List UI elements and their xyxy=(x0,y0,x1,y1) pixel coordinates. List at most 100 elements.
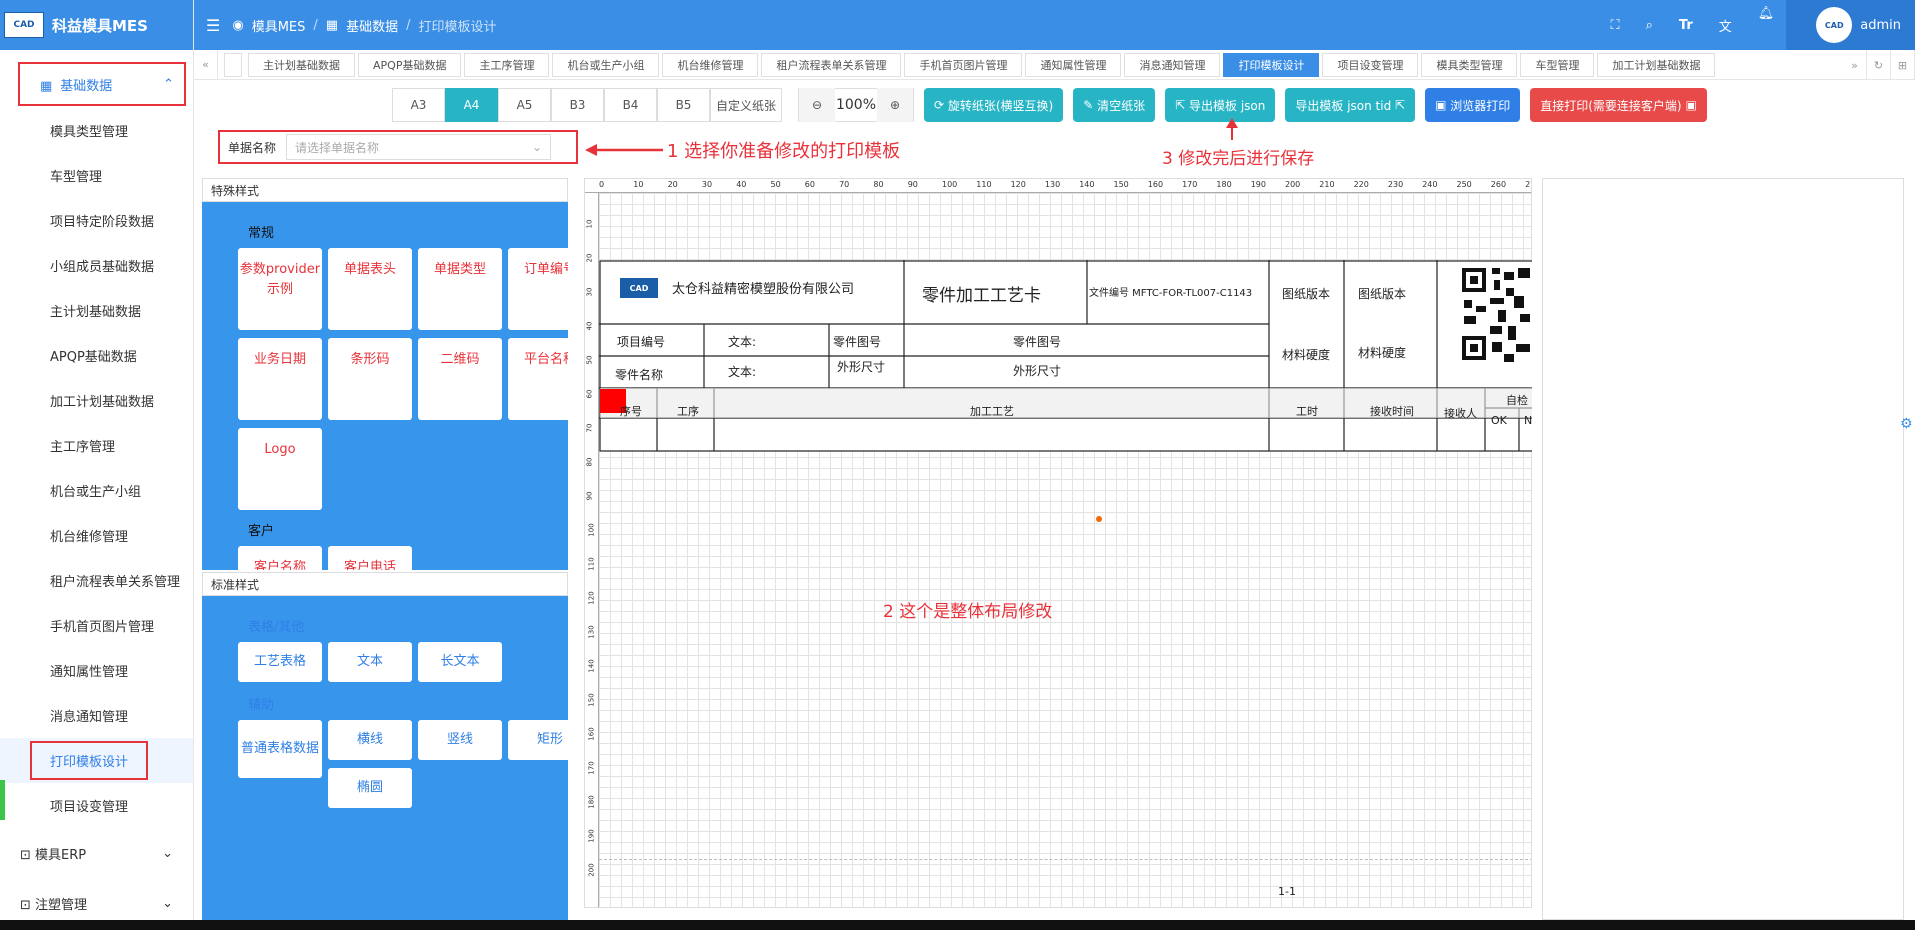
element-special-card[interactable]: 参数provider示例 xyxy=(238,248,322,330)
sidebar-item[interactable]: 消息通知管理 xyxy=(0,693,193,738)
brand[interactable]: CAD 科益模具MES xyxy=(0,0,193,50)
tab-item[interactable]: 通知属性管理 xyxy=(1025,52,1122,77)
element-special-card[interactable]: 二维码 xyxy=(418,338,502,420)
tab-item[interactable]: 机台维修管理 xyxy=(662,52,759,77)
sidebar-item[interactable]: 主计划基础数据 xyxy=(0,288,193,333)
font-size-icon[interactable]: Tr xyxy=(1679,18,1693,33)
element-special-card[interactable]: 单据表头 xyxy=(328,248,412,330)
sidebar-item[interactable]: 机台或生产小组 xyxy=(0,468,193,513)
ruler-tick-label: 0 xyxy=(599,180,605,189)
settings-gear-icon[interactable]: ⚙ xyxy=(1900,416,1915,434)
direct-print-button[interactable]: 直接打印(需要连接客户端) ▣ xyxy=(1530,88,1707,122)
sidebar-item[interactable]: 车型管理 xyxy=(0,153,193,198)
sidebar-item[interactable]: 打印模板设计 xyxy=(0,738,193,783)
element-long-text[interactable]: 长文本 xyxy=(418,642,502,682)
tabs-menu-icon[interactable]: ⊞ xyxy=(1891,50,1915,80)
paper-size-button[interactable]: A5 xyxy=(498,88,551,122)
sidebar-item[interactable]: 项目设变管理 xyxy=(0,783,193,828)
sidebar-item[interactable]: 加工计划基础数据 xyxy=(0,378,193,423)
ruler-tick-label: 150 xyxy=(587,693,596,707)
fullscreen-icon[interactable]: ⛶ xyxy=(1610,18,1619,33)
user-menu[interactable]: CAD admin xyxy=(1786,0,1915,50)
tab-item[interactable]: 机台或生产小组 xyxy=(552,52,660,77)
element-special-card[interactable]: 平台名称 xyxy=(508,338,568,420)
element-process-table[interactable]: 工艺表格 xyxy=(238,642,322,682)
element-rect[interactable]: 矩形 xyxy=(508,720,568,760)
paper-part-name-label: 零件名称 xyxy=(615,368,664,382)
paper-size-button[interactable]: A3 xyxy=(392,88,445,122)
zoom-in-icon[interactable]: ⊕ xyxy=(877,88,913,122)
rotate-paper-button[interactable]: ⟳ 旋转纸张(横竖互换) xyxy=(924,88,1064,122)
sidebar-item[interactable]: 模具类型管理 xyxy=(0,108,193,153)
sidebar-item[interactable]: 手机首页图片管理 xyxy=(0,603,193,648)
element-hline[interactable]: 横线 xyxy=(328,720,412,760)
tab-item[interactable]: 主计划基础数据 xyxy=(248,52,355,77)
element-table-data[interactable]: 普通表格数据 xyxy=(238,720,322,778)
tab-item[interactable]: 打印模板设计 xyxy=(1223,52,1320,77)
export-json-tid-button[interactable]: 导出模板 json tid ⇱ xyxy=(1285,88,1416,122)
breadcrumb-separator: / xyxy=(406,17,411,33)
tabs-scroll-left-icon[interactable]: « xyxy=(194,49,218,80)
element-special-card[interactable]: 订单编号 xyxy=(508,248,568,330)
element-vline[interactable]: 竖线 xyxy=(418,720,502,760)
element-special-card[interactable]: 条形码 xyxy=(328,338,412,420)
element-text[interactable]: 文本 xyxy=(328,642,412,682)
element-special-card[interactable]: 单据类型 xyxy=(418,248,502,330)
paper-size-button[interactable]: B3 xyxy=(551,88,604,122)
paper-size-button[interactable]: B5 xyxy=(657,88,710,122)
tab-item[interactable]: APQP基础数据 xyxy=(358,52,462,77)
annotation-step3: 3 修改完后进行保存 xyxy=(1162,149,1315,169)
tab-placeholder[interactable] xyxy=(224,52,242,77)
element-special-card[interactable]: 业务日期 xyxy=(238,338,322,420)
sidebar-item[interactable]: 通知属性管理 xyxy=(0,648,193,693)
sidebar-item[interactable]: 租户流程表单关系管理 xyxy=(0,558,193,603)
sidebar-item[interactable]: 机台维修管理 xyxy=(0,513,193,558)
export-json-button[interactable]: ⇱ 导出模板 json xyxy=(1165,88,1276,122)
paper-material-label: 材料硬度 xyxy=(1282,348,1331,362)
refresh-icon[interactable]: ↻ xyxy=(1867,50,1891,80)
ruler-tick-label: 200 xyxy=(587,863,596,877)
element-customer-phone[interactable]: 客户电话 xyxy=(328,546,412,570)
tab-item[interactable]: 手机首页图片管理 xyxy=(904,52,1023,77)
element-customer-name[interactable]: 客户名称 xyxy=(238,546,322,570)
tab-item[interactable]: 模具类型管理 xyxy=(1421,52,1518,77)
tab-item[interactable]: 车型管理 xyxy=(1520,52,1595,77)
ruler-tick-label: 160 xyxy=(587,727,596,741)
sidebar-item-mold-erp[interactable]: ⊡ 模具ERP ⌄ xyxy=(0,828,193,878)
breadcrumb-item[interactable]: 基础数据 xyxy=(346,16,398,35)
tab-item[interactable]: 加工计划基础数据 xyxy=(1597,52,1716,77)
search-icon[interactable]: ⌕ xyxy=(1646,18,1653,33)
paper-text-label: 文本: xyxy=(728,335,757,349)
ruler-tick-label: 10 xyxy=(633,180,644,189)
element-special-card[interactable]: Logo xyxy=(238,428,322,510)
tab-item[interactable]: 租户流程表单关系管理 xyxy=(761,52,902,77)
tab-item[interactable]: 项目设变管理 xyxy=(1322,52,1419,77)
menu-toggle-icon[interactable]: ☰ xyxy=(206,16,220,35)
paper-size-button[interactable]: B4 xyxy=(604,88,657,122)
clear-paper-button[interactable]: ✎ 清空纸张 xyxy=(1073,88,1156,122)
paper-project-no-label: 项目编号 xyxy=(617,335,666,349)
tab-item[interactable]: 消息通知管理 xyxy=(1124,52,1221,77)
zoom-out-icon[interactable]: ⊖ xyxy=(799,88,835,122)
export-icon: ⇱ xyxy=(1391,98,1406,112)
sidebar-item-label: 租户流程表单关系管理 xyxy=(50,575,181,590)
tab-item[interactable]: 主工序管理 xyxy=(464,52,550,77)
browser-print-button[interactable]: ▣ 浏览器打印 xyxy=(1425,88,1521,122)
brand-logo: CAD xyxy=(4,12,44,38)
ruler-tick-label: 230 xyxy=(1387,180,1404,189)
sidebar-item[interactable]: 小组成员基础数据 xyxy=(0,243,193,288)
element-ellipse[interactable]: 椭圆 xyxy=(328,768,412,808)
paper-size-button[interactable]: A4 xyxy=(445,88,498,122)
tabs-scroll-right-icon[interactable]: » xyxy=(1843,50,1867,80)
sidebar-item[interactable]: 项目特定阶段数据 xyxy=(0,198,193,243)
template-select[interactable]: 请选择单据名称 ⌄ xyxy=(286,134,552,160)
breadcrumb-item[interactable]: 模具MES xyxy=(252,16,306,35)
sidebar-item[interactable]: 主工序管理 xyxy=(0,423,193,468)
sidebar-item[interactable]: APQP基础数据 xyxy=(0,333,193,378)
ruler-tick-label: 200 xyxy=(1285,180,1301,189)
custom-paper-button[interactable]: 自定义纸张 xyxy=(710,88,782,122)
sidebar-item-label: 模具ERP xyxy=(35,847,87,863)
translate-icon[interactable]: 文 xyxy=(1719,16,1732,35)
bell-icon[interactable]: 🔔︎ xyxy=(1758,6,1775,21)
sidebar-group-basic-data[interactable]: ▦ 基础数据 ⌃ xyxy=(18,62,186,106)
